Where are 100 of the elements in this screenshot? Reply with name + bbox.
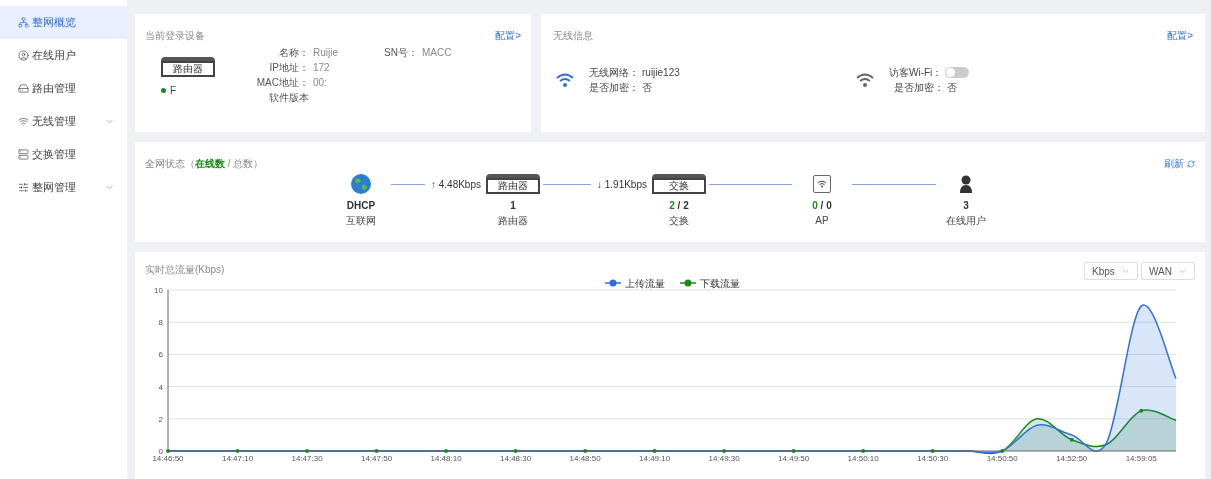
data-point [722,449,727,453]
data-point [1000,449,1005,453]
refresh-link[interactable]: 刷新 [1164,156,1184,171]
field-label: 名称： [278,46,309,60]
field-value: 否 [642,81,652,95]
field-label: IP地址： [268,61,309,75]
legend-item[interactable]: 上传流量 [604,278,665,289]
nav-item[interactable]: 交换管理 [0,138,127,171]
y-tick-label: 10 [154,286,163,295]
node-count: DHCP [346,199,376,213]
x-tick-label: 14:50:30 [917,454,949,463]
card-title: 无线信息 [553,29,593,43]
data-point [374,449,379,453]
card-title: 全网状态（ [145,157,195,171]
data-point [166,449,170,453]
data-point [791,449,796,453]
x-tick-label: 14:50:10 [847,454,879,463]
field-value: ruijie123 [642,66,680,80]
user-circle-icon [18,50,29,61]
wifi-icon [555,72,575,88]
node-label: AP [815,214,829,228]
node-online-count: 2 [669,199,675,213]
x-tick-label: 14:49:10 [639,454,671,463]
y-tick-label: 2 [158,414,163,424]
x-tick-label: 14:50:50 [986,454,1018,463]
legend-item[interactable]: 下载流量 [679,278,740,289]
data-point [1139,408,1144,413]
x-tick-label: 14:48:30 [500,454,532,463]
dropdown-select[interactable]: WAN [1141,262,1195,280]
link-rate: ↑ 4.48Kbps [430,177,481,192]
field-label: 访客Wi-Fi： [889,66,943,80]
config-link[interactable]: 配置> [1167,28,1193,43]
x-tick-label: 14:52:50 [1056,454,1088,463]
node-label: 交换 [669,214,689,228]
node-label: 在线用户 [946,214,986,228]
field-label: 是否加密： [589,81,639,95]
y-tick-label: 6 [158,350,163,360]
data-point [930,449,935,453]
wifi-icon [18,116,29,127]
node-count: 1 [510,199,516,213]
drive-icon [18,83,29,94]
legend-online: 在线数 [195,157,225,171]
data-point [444,449,449,453]
guest-wifi-toggle[interactable] [945,67,970,78]
node-online-count: 0 [812,199,818,213]
card-title: 当前登录设备 [145,29,205,43]
data-point [305,449,310,453]
refresh-icon[interactable] [1187,159,1195,168]
device-name: F [170,84,177,98]
config-link[interactable]: 配置> [495,28,521,43]
field-value: 00: [313,76,327,90]
field-label: 软件版本 [268,91,309,105]
field-label: 是否加密： [894,81,944,95]
field-value: 否 [947,81,957,95]
field-value: MACC [422,46,452,60]
y-tick-label: 8 [158,318,163,328]
data-point [1069,437,1074,442]
node-label: 路由器 [498,214,528,228]
link-rate: ↓ 1.91Kbps [596,177,647,192]
field-label: 无线网络： [589,66,639,80]
sliders-icon [18,182,29,193]
field-label: MAC地址： [255,76,309,90]
field-value: Ruijie [313,46,338,60]
globe-icon [350,173,372,195]
y-tick-label: 4 [158,382,163,392]
server-icon [18,149,29,160]
nav-item[interactable]: 路由管理 [0,72,127,105]
x-tick-label: 14:49:50 [778,454,810,463]
field-value: 172 [313,61,330,75]
dropdown-select[interactable]: Kbps [1084,262,1138,280]
nav-item[interactable]: 整网概览 [0,6,127,39]
x-tick-label: 14:46:50 [152,454,184,463]
y-tick-label: 0 [158,447,163,456]
node-count: 3 [963,199,969,213]
x-tick-label: 14:47:50 [361,454,393,463]
node-total-count: / 0 [819,199,832,213]
legend-label: 下载流量 [700,278,740,289]
x-tick-label: 14:48:10 [430,454,462,463]
x-tick-label: 14:48:50 [569,454,601,463]
nav-item[interactable]: 整网管理 [0,171,127,204]
network-icon [18,17,29,28]
x-tick-label: 14:59:05 [1125,454,1157,463]
data-point [513,449,518,453]
field-label: SN号： [383,46,418,60]
node-label: 互联网 [346,214,376,228]
card-title: 实时总流量(Kbps) [145,263,225,277]
nav-item[interactable]: 无线管理 [0,105,127,138]
data-point [861,449,866,453]
wifi-icon [855,72,875,88]
nav-item[interactable]: 在线用户 [0,39,127,72]
node-total-count: / 2 [676,199,689,213]
data-point [652,449,657,453]
legend-total: / 总数） [226,157,264,171]
x-tick-label: 14:47:30 [291,454,323,463]
x-tick-label: 14:49:30 [708,454,740,463]
data-point [235,449,240,453]
legend-label: 上传流量 [625,278,665,289]
person-icon [959,175,973,193]
data-point [583,449,588,453]
x-tick-label: 14:47:10 [221,454,254,463]
